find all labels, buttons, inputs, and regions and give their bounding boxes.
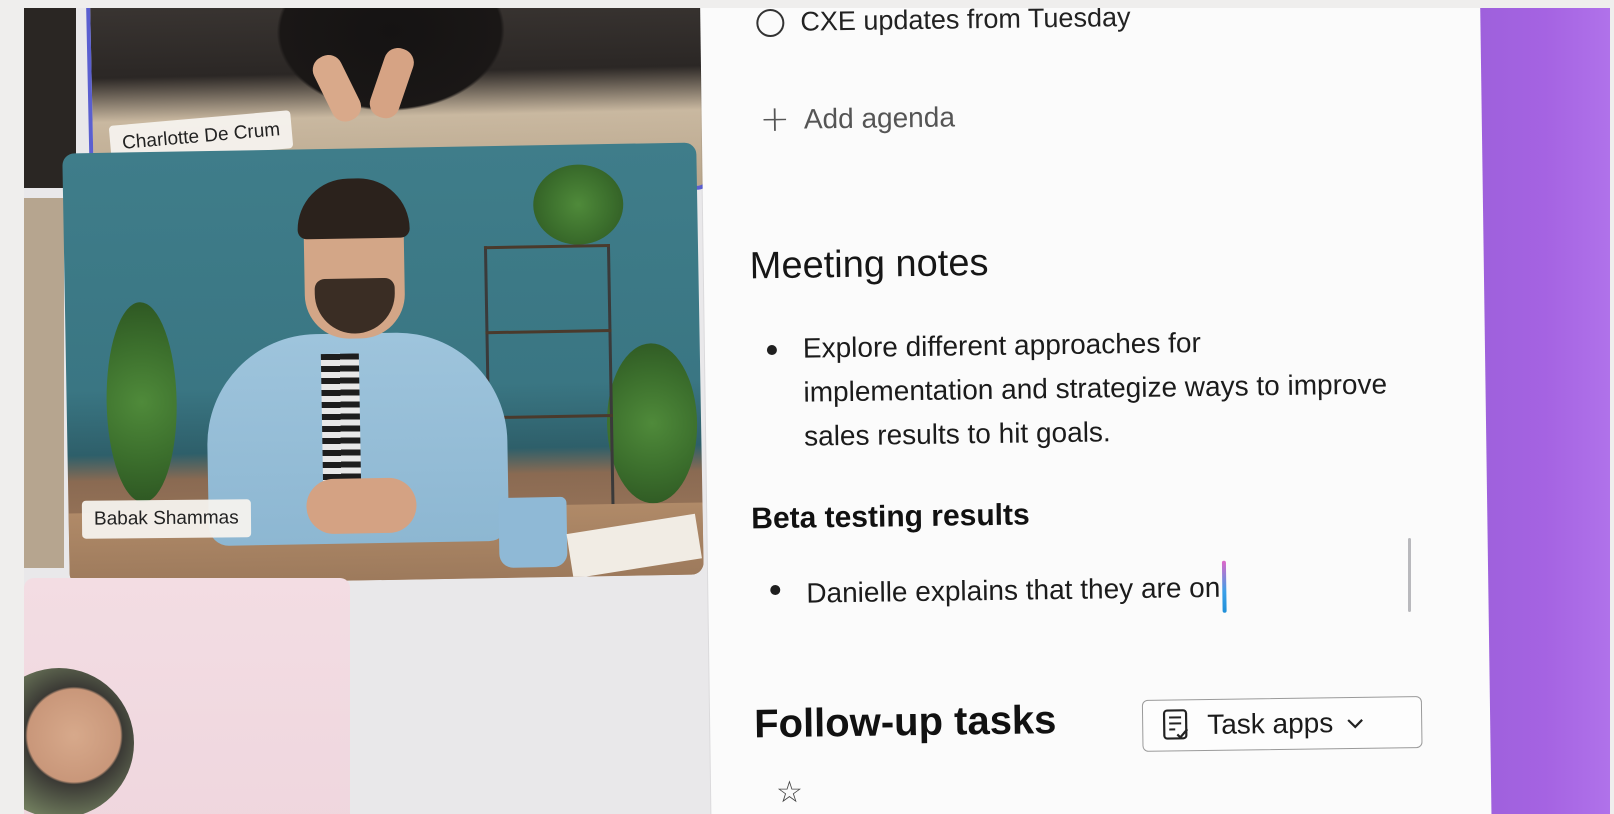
mug [498, 496, 568, 568]
agenda-item[interactable]: CXE updates from Tuesday [756, 8, 1131, 38]
participant-hair [296, 177, 410, 240]
note-bullet[interactable]: Explore different approaches for impleme… [766, 318, 1389, 459]
task-list-icon [1162, 709, 1189, 740]
section-heading-beta: Beta testing results [751, 498, 1030, 536]
task-apps-button[interactable]: Task apps [1141, 695, 1423, 752]
plant [532, 163, 624, 246]
plant [104, 301, 179, 503]
agenda-item-text[interactable]: CXE updates from Tuesday [800, 8, 1131, 38]
participant-hands [306, 477, 417, 535]
add-agenda-button[interactable]: + Add agenda [759, 98, 956, 141]
meeting-notes-panel: CXE updates from Tuesday + Add agenda Me… [700, 8, 1492, 814]
video-tile-edge [24, 198, 64, 568]
participant-name-label: Babak Shammas [81, 499, 251, 539]
chevron-down-icon [1347, 719, 1364, 729]
plant [605, 342, 699, 505]
section-heading-meeting-notes: Meeting notes [749, 242, 989, 288]
section-heading-followup: Follow-up tasks [753, 698, 1057, 747]
scrollbar[interactable] [1408, 538, 1411, 612]
video-gallery: Charlotte De Crum Babak Shammas [24, 8, 724, 814]
bullet-icon [766, 344, 777, 356]
note-text[interactable]: Danielle explains that they are on [806, 572, 1220, 609]
note-text[interactable]: Explore different approaches for impleme… [803, 318, 1389, 458]
text-cursor-icon [1221, 560, 1227, 613]
bullet-icon [770, 584, 781, 596]
star-icon[interactable]: ☆ [776, 778, 803, 808]
add-agenda-label: Add agenda [803, 101, 956, 135]
agenda-checkbox[interactable] [756, 8, 785, 37]
note-text-input[interactable]: Danielle explains that they are on [806, 560, 1227, 619]
app-window: Charlotte De Crum Babak Shammas CXE upda… [24, 8, 1610, 814]
task-apps-label: Task apps [1206, 707, 1334, 740]
note-bullet-editing[interactable]: Danielle explains that they are on [770, 560, 1227, 619]
plus-icon: + [759, 98, 791, 141]
